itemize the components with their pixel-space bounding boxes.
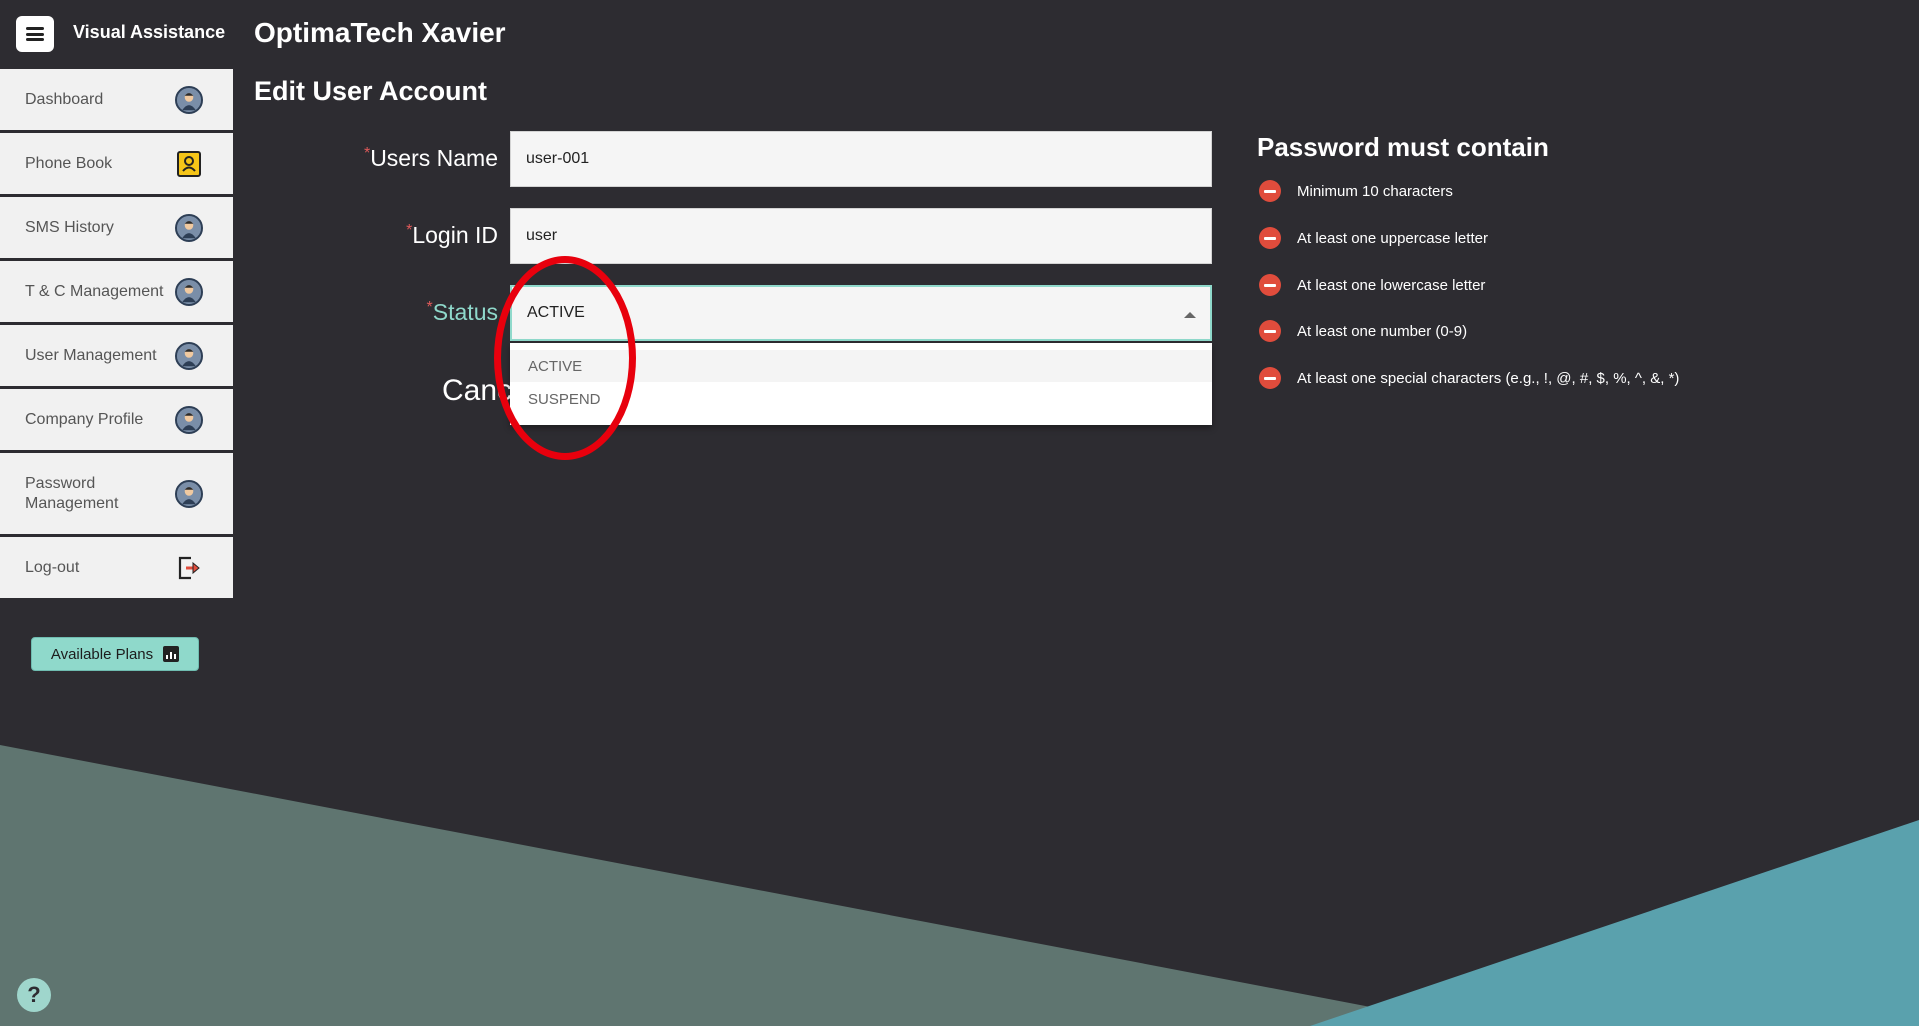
sidebar-item-label: Company Profile	[25, 410, 144, 428]
user-avatar-icon	[175, 479, 203, 508]
sidebar-item-phone-book[interactable]: Phone Book	[0, 133, 233, 197]
password-rule-text: At least one special characters (e.g., !…	[1297, 369, 1680, 387]
sidebar-item-tc-management[interactable]: T & C Management	[0, 261, 233, 325]
status-label: *Status	[426, 299, 498, 325]
sidebar-item-label: Password Management	[25, 474, 119, 512]
sidebar-item-password-management[interactable]: Password Management	[0, 453, 233, 537]
contact-book-icon	[177, 150, 201, 177]
sidebar-item-label: T & C Management	[25, 282, 164, 300]
page-header: OptimaTech Xavier	[254, 17, 506, 48]
users-name-label: *Users Name	[363, 145, 498, 171]
caret-up-icon	[1184, 312, 1196, 318]
sidebar: Dashboard Phone Book SMS History T & C M…	[0, 69, 233, 601]
sidebar-item-label: Dashboard	[25, 90, 104, 108]
brand-title: Visual Assistance	[73, 22, 226, 42]
password-rule-text: At least one lowercase letter	[1297, 276, 1486, 294]
minus-circle-icon	[1259, 320, 1281, 342]
login-id-label: *Login ID	[406, 222, 498, 248]
users-name-value: user-001	[526, 150, 590, 167]
minus-circle-icon	[1259, 180, 1281, 202]
hamburger-icon	[26, 27, 44, 41]
logout-icon	[178, 556, 200, 579]
login-id-value: user	[526, 227, 558, 244]
sidebar-item-label: User Management	[25, 346, 157, 364]
sidebar-item-user-management[interactable]: User Management	[0, 325, 233, 389]
password-rule-text: At least one number (0-9)	[1297, 322, 1468, 340]
password-rule-item: At least one number (0-9)	[1259, 320, 1467, 342]
sidebar-item-sms-history[interactable]: SMS History	[0, 197, 233, 261]
highlight-annotation-circle	[494, 256, 636, 460]
password-rule-item: At least one lowercase letter	[1259, 274, 1485, 296]
sidebar-item-label: Phone Book	[25, 154, 113, 172]
user-avatar-icon	[175, 405, 203, 434]
sidebar-item-logout[interactable]: Log-out	[0, 537, 233, 601]
sidebar-item-dashboard[interactable]: Dashboard	[0, 69, 233, 133]
available-plans-label: Available Plans	[50, 645, 154, 663]
available-plans-button[interactable]: Available Plans	[31, 637, 199, 671]
user-avatar-icon	[175, 341, 203, 370]
bar-chart-icon	[163, 646, 180, 662]
sidebar-item-label: SMS History	[25, 218, 114, 236]
sidebar-item-label: Log-out	[25, 558, 80, 576]
minus-circle-icon	[1259, 274, 1281, 296]
password-rule-item: At least one special characters (e.g., !…	[1259, 367, 1679, 389]
help-button[interactable]: ?	[17, 978, 51, 1012]
user-avatar-icon	[175, 213, 203, 242]
password-rule-item: Minimum 10 characters	[1259, 180, 1453, 202]
page-title: Edit User Account	[254, 76, 488, 106]
user-avatar-icon	[175, 85, 203, 114]
password-rule-item: At least one uppercase letter	[1259, 227, 1488, 249]
sidebar-item-company-profile[interactable]: Company Profile	[0, 389, 233, 453]
users-name-field[interactable]: user-001	[510, 131, 1212, 187]
password-rule-text: Minimum 10 characters	[1297, 182, 1453, 200]
login-id-field[interactable]: user	[510, 208, 1212, 264]
minus-circle-icon	[1259, 367, 1281, 389]
password-rules-title: Password must contain	[1257, 132, 1549, 162]
user-avatar-icon	[175, 277, 203, 306]
password-rule-text: At least one uppercase letter	[1297, 229, 1488, 247]
minus-circle-icon	[1259, 227, 1281, 249]
menu-button[interactable]	[16, 16, 54, 52]
